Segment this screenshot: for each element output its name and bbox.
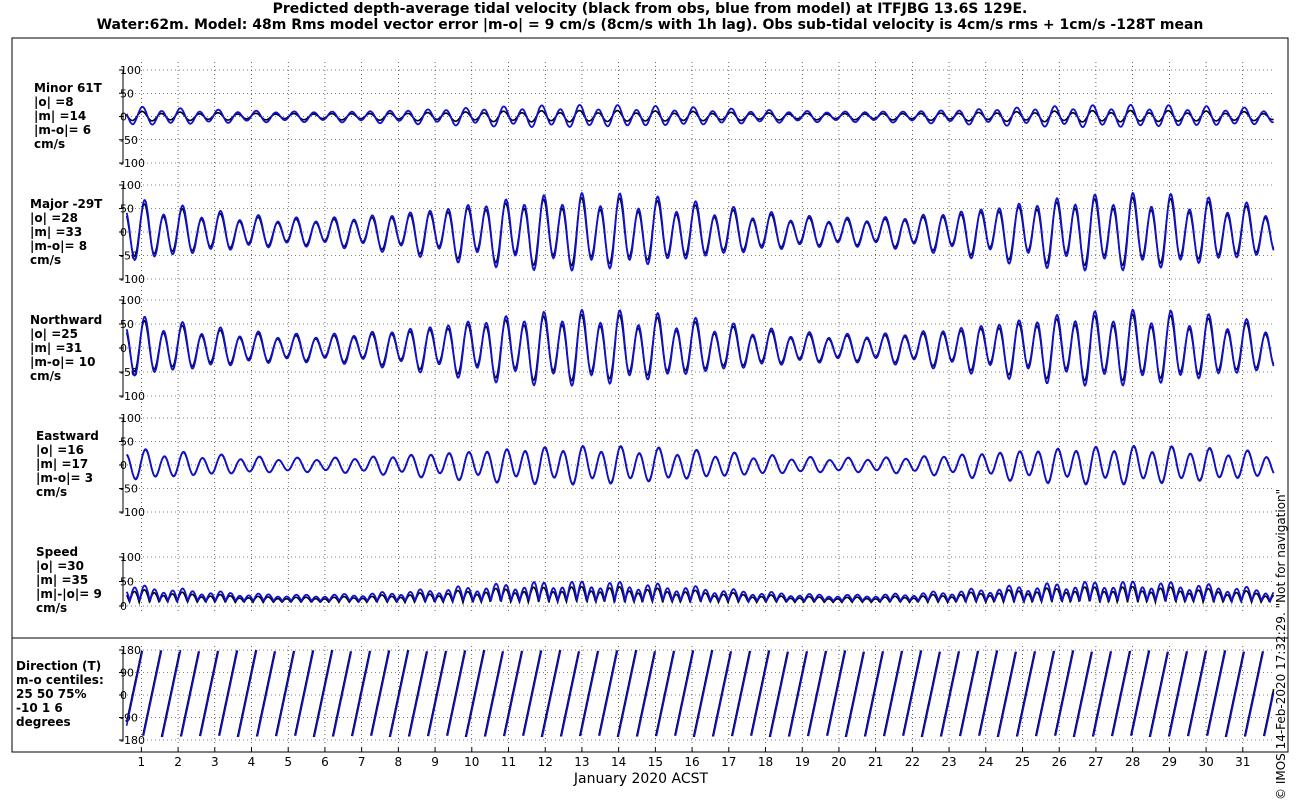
major-y-tick-label: 0 [120,226,127,239]
x-tick-label: 23 [941,755,956,769]
direction-label-3: -10 1 6 [16,701,63,715]
minor-y-tick-label: 50 [120,87,134,100]
x-tick-label: 17 [721,755,736,769]
major-y-tick-label: 100 [120,179,141,192]
x-tick-label: 25 [1015,755,1030,769]
tidal-velocity-chart: 1 2 3 4 5 6 7 8 9 10 11 12 13 14 15 16 17 18 19 20 21 22 23 24 2… [11,37,1289,787]
x-tick-label: 5 [284,755,292,769]
x-tick-label: 27 [1088,755,1103,769]
x-tick-label: 13 [574,755,589,769]
minor-y-tick-label: 100 [120,64,141,77]
direction-label-4: degrees [16,715,71,729]
major-model-series [125,191,1275,272]
x-tick-label: 28 [1125,755,1140,769]
x-tick-label: 16 [684,755,699,769]
x-tick-label: 4 [248,755,256,769]
northward-label-3: |m-o|= 10 [30,355,95,369]
eastward-label-4: cm/s [36,485,67,499]
x-tick-label: 24 [978,755,993,769]
minor-label-4: cm/s [34,137,65,151]
x-tick-label: 1 [138,755,146,769]
speed-label-1: |o| =30 [36,559,84,573]
minor-label-2: |m| =14 [34,109,86,123]
major-label-3: |m-o|= 8 [30,239,87,253]
x-tick-label: 26 [1052,755,1067,769]
x-tick-label: 11 [501,755,516,769]
minor-y-tick-label: 0 [120,111,127,124]
x-tick-label: 8 [395,755,403,769]
eastward-label-3: |m-o|= 3 [36,471,93,485]
speed-y-tick-label: 0 [120,600,127,613]
direction-y-tick-label: -180 [120,734,145,747]
x-tick-label: 6 [321,755,329,769]
northward-y-tick-label: -100 [120,390,145,403]
direction-label-2: 25 50 75% [16,687,86,701]
minor-model-series [125,103,1274,129]
northward-label-1: |o| =25 [30,327,78,341]
direction-label-0: Direction (T) [16,659,101,673]
major-label-0: Major -29T [30,197,103,211]
x-tick-label: 22 [905,755,920,769]
northward-y-tick-label: 100 [120,294,141,307]
x-tick-label: 14 [611,755,626,769]
eastward-y-tick-label: 100 [120,412,141,425]
x-tick-label: 21 [868,755,883,769]
major-label-2: |m| =33 [30,225,82,239]
minor-label-0: Minor 61T [34,81,103,95]
northward-model-series [125,308,1275,388]
x-tick-label: 19 [795,755,810,769]
x-tick-label: 9 [431,755,439,769]
northward-label-0: Northward [30,313,102,327]
x-tick-label: 29 [1162,755,1177,769]
eastward-y-tick-label: -100 [120,506,145,519]
x-tick-label: 7 [358,755,366,769]
x-tick-label: 30 [1198,755,1213,769]
x-tick-label: 2 [174,755,182,769]
northward-label-2: |m| =31 [30,341,82,355]
northward-y-tick-label: 0 [120,342,127,355]
speed-label-3: |m|-|o|= 9 [36,587,102,601]
x-tick-label: 15 [648,755,663,769]
eastward-y-tick-label: 50 [120,436,134,449]
northward-label-4: cm/s [30,369,61,383]
x-axis-label: January 2020 ACST [573,771,709,787]
speed-y-tick-label: 100 [120,551,141,564]
x-tick-label: 20 [831,755,846,769]
major-label-1: |o| =28 [30,211,78,225]
copyright-note: © IMOS 14-Feb-2020 17:32:29. "Not for na… [1274,488,1288,800]
eastward-model-series [126,444,1275,486]
minor-y-tick-label: -50 [120,134,138,147]
speed-label-2: |m| =35 [36,573,88,587]
major-y-tick-label: -100 [120,273,145,286]
minor-label-1: |o| =8 [34,95,74,109]
eastward-label-1: |o| =16 [36,443,84,457]
plot-frame [11,37,1289,753]
major-label-4: cm/s [30,253,61,267]
speed-label-0: Speed [36,545,78,559]
speed-label-4: cm/s [36,601,67,615]
speed-y-tick-label: 50 [120,576,134,589]
x-tick-label: 12 [538,755,553,769]
direction-y-tick-label: 90 [120,667,134,680]
eastward-y-tick-label: 0 [120,459,127,472]
x-tick-label: 3 [211,755,219,769]
eastward-label-2: |m| =17 [36,457,88,471]
direction-y-tick-label: 0 [120,689,127,702]
eastward-label-0: Eastward [36,429,99,443]
minor-label-3: |m-o|= 6 [34,123,91,137]
direction-y-tick-label: 180 [120,644,141,657]
minor-y-tick-label: -100 [120,157,145,170]
x-tick-label: 10 [464,755,479,769]
x-tick-label: 31 [1235,755,1250,769]
x-tick-label: 18 [758,755,773,769]
northward-y-tick-label: 50 [120,318,134,331]
direction-label-1: m-o centiles: [16,673,104,687]
eastward-y-tick-label: -50 [120,483,138,496]
